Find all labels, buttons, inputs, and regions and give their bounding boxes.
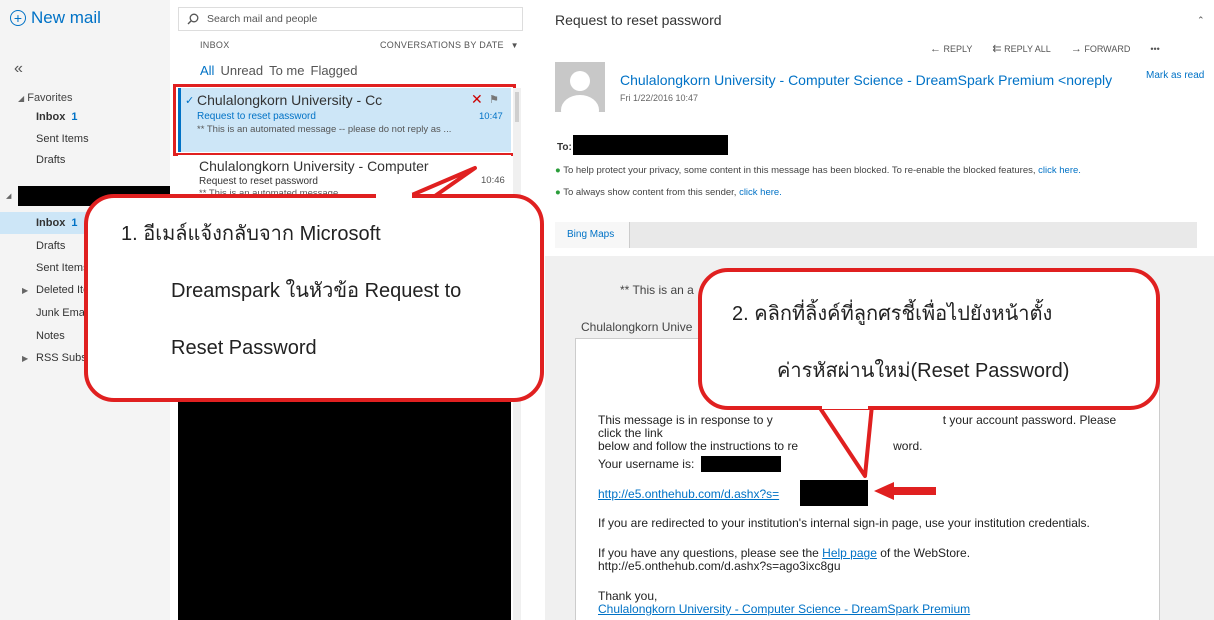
callout-2-pointer [816,403,874,478]
callout-1-line-2: Dreamspark ในหัวข้อ Request to [171,280,462,302]
callout-1: 1. อีเมล์แจ้งกลับจาก Microsoft Dreamspar… [84,194,544,402]
callout-2-line-2: ค่ารหัสผ่านใหม่(Reset Password) [777,360,1070,382]
callout-2-line-1: 2. คลิกที่ลิ้งค์ที่ลูกศรชี้เพื่อไปยังหน้… [732,303,1053,325]
callout-1-line-1: 1. อีเมล์แจ้งกลับจาก Microsoft [121,223,381,245]
callout-1-joint [376,193,412,201]
outlook-web-window: + New mail « ◢ Favorites Inbox 1 Sent It… [0,0,1214,620]
callout-2-joint [822,401,868,409]
callout-2: 2. คลิกที่ลิ้งค์ที่ลูกศรชี้เพื่อไปยังหน้… [698,268,1160,410]
callout-1-line-3: Reset Password [171,337,317,359]
red-arrow-icon [874,482,936,500]
